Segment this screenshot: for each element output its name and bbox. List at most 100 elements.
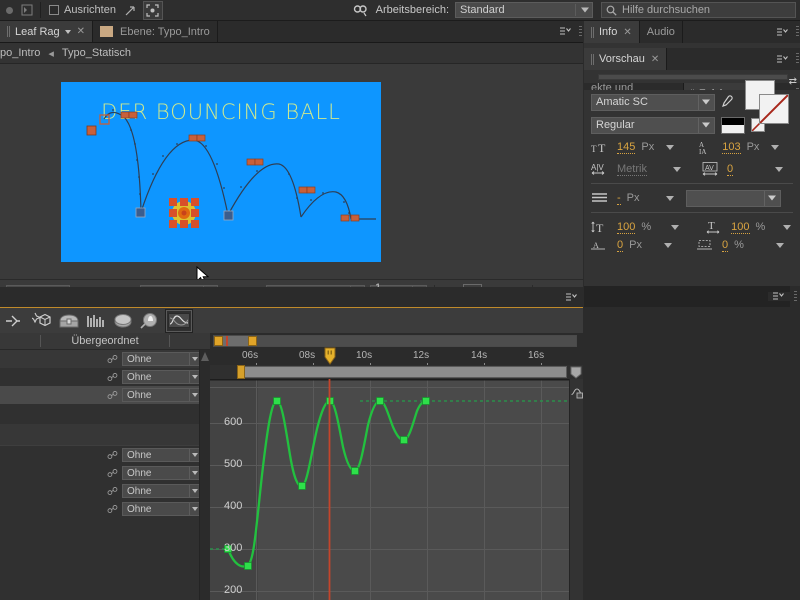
playhead-handle[interactable] [323,347,337,365]
graph-editor-icon[interactable] [166,310,192,332]
close-icon[interactable]: ✕ [623,27,631,38]
parent-pickwhip-icon[interactable]: ☍ [107,503,118,516]
parent-select[interactable]: Ohne [122,352,202,366]
parent-select[interactable]: Ohne [122,466,202,480]
work-area-bar[interactable] [213,335,577,347]
chevron-down-icon[interactable] [65,30,71,34]
preview-panel-grip[interactable] [794,48,800,70]
font-size-value[interactable]: 145 [617,141,635,154]
stroke-color-swatch[interactable] [759,94,789,124]
tab-ebene-typo-intro[interactable]: Ebene: Typo_Intro [93,21,218,42]
table-row[interactable]: ☍ Ohne [0,482,210,500]
parent-pickwhip-icon[interactable]: ☍ [107,485,118,498]
parent-select[interactable]: Ohne [122,484,202,498]
work-area-start-handle[interactable] [214,336,223,346]
comp-duration-bar[interactable] [243,366,567,378]
eyedropper-icon[interactable] [719,95,739,109]
parent-select[interactable]: Ohne [122,448,202,462]
parent-pickwhip-icon[interactable]: ☍ [107,371,118,384]
motion-blur-icon[interactable] [2,310,28,332]
close-icon[interactable]: ✕ [651,54,659,65]
composition-canvas[interactable]: DER BOUNCING BALL [61,82,381,262]
parent-select[interactable]: Ohne [122,502,202,516]
blackwhite-swatch-icon[interactable] [721,117,745,134]
auto-zoom-graph-icon[interactable] [570,387,583,399]
chest-icon[interactable] [56,310,82,332]
leading-value[interactable]: 103 [722,141,740,154]
time-bar-strip[interactable] [210,365,583,379]
footer-grip[interactable] [790,286,800,307]
brainstorm-icon[interactable] [29,310,55,332]
timeline-end-marker-icon[interactable] [569,365,583,379]
font-family-select[interactable]: Amatic SC [591,94,715,111]
swap-colors-icon[interactable]: ⇄ [789,76,797,87]
composition-canvas-area[interactable]: DER BOUNCING BALL [0,64,583,279]
graph-editor-canvas[interactable] [210,379,583,600]
scroll-up-arrow-icon[interactable] [201,352,209,361]
chevron-down-icon[interactable] [673,167,681,172]
chevron-down-icon[interactable] [666,196,674,201]
parent-pickwhip-icon[interactable]: ☍ [107,353,118,366]
tab-vorschau[interactable]: Vorschau ✕ [584,48,667,70]
layer-list-scrollbar[interactable] [199,350,210,600]
breadcrumb-item-1[interactable]: Typo_Statisch [62,47,131,59]
mask-icon[interactable] [18,2,36,19]
snap-checkbox[interactable]: Ausrichten [45,4,116,16]
chevron-down-icon[interactable] [671,225,679,230]
viewer-panel-menu-button[interactable] [555,21,577,42]
timeline-ruler[interactable]: 06s 08s 10s 12s 14s 16s [210,333,583,379]
collapse-transform-icon[interactable] [83,310,109,332]
motion-path-overlay[interactable] [61,82,381,262]
kerning-value[interactable]: Metrik [617,163,647,176]
parent-select[interactable]: Ohne [122,388,202,402]
breadcrumb-item-0[interactable]: po_Intro [0,47,40,59]
vertical-scale-value[interactable]: 100 [617,221,635,234]
parent-pickwhip-icon[interactable]: ☍ [107,449,118,462]
parent-pickwhip-icon[interactable]: ☍ [107,467,118,480]
table-row[interactable]: ☍ Ohne [0,350,210,368]
comp-start-handle[interactable] [237,365,245,379]
table-row[interactable]: ☍ Ohne [0,500,210,518]
chevron-down-icon[interactable] [776,243,784,248]
work-area-end-handle[interactable] [248,336,257,346]
tab-audio[interactable]: Audio [640,21,683,43]
footer-panel-menu-button[interactable] [768,292,790,301]
chevron-down-icon[interactable] [771,145,779,150]
table-row[interactable]: ☍ Ohne [0,446,210,464]
anchor-tool-icon[interactable] [122,2,140,19]
info-panel-grip[interactable] [794,21,800,43]
puppet-pin-icon[interactable] [0,2,18,19]
workspace-select[interactable]: Standard [455,2,593,18]
tab-leaf-rag[interactable]: Leaf Rag ✕ [0,21,93,42]
frame-blending-icon[interactable] [110,310,136,332]
tab-info[interactable]: Info ✕ [584,21,640,43]
table-row[interactable]: ☍ Ohne [0,368,210,386]
close-icon[interactable]: ✕ [77,26,85,37]
horizontal-scale-value[interactable]: 100 [731,221,749,234]
region-of-interest-icon[interactable] [144,2,162,19]
viewer-panel-grip[interactable] [577,21,583,42]
tsume-value[interactable]: 0 [722,239,728,252]
snap-checkbox-box[interactable] [49,5,59,15]
font-style-select[interactable]: Regular [591,117,715,134]
table-row-empty[interactable] [0,424,210,446]
parent-select[interactable]: Ohne [122,370,202,384]
motion-blur-toggle-icon[interactable] [137,310,163,332]
chevron-down-icon[interactable] [783,225,791,230]
graph-editor[interactable]: 600 500 400 300 200 [210,379,583,600]
table-row-empty[interactable] [0,404,210,424]
timeline-panel-menu-button[interactable] [561,287,583,307]
help-search-input[interactable]: Hilfe durchsuchen [601,2,796,18]
stroke-style-select[interactable] [686,190,781,207]
tracking-value[interactable]: 0 [727,163,733,176]
chevron-down-icon[interactable] [664,243,672,248]
baseline-shift-value[interactable]: 0 [617,239,623,252]
preview-panel-menu-button[interactable] [772,48,794,70]
stroke-width-value[interactable]: - [617,192,621,205]
chevron-down-icon[interactable] [775,167,783,172]
info-panel-menu-button[interactable] [772,21,794,43]
parent-pickwhip-icon[interactable]: ☍ [107,389,118,402]
chevron-down-icon[interactable] [666,145,674,150]
table-row[interactable]: ☍ Ohne [0,464,210,482]
workspace-icon[interactable] [352,2,370,19]
